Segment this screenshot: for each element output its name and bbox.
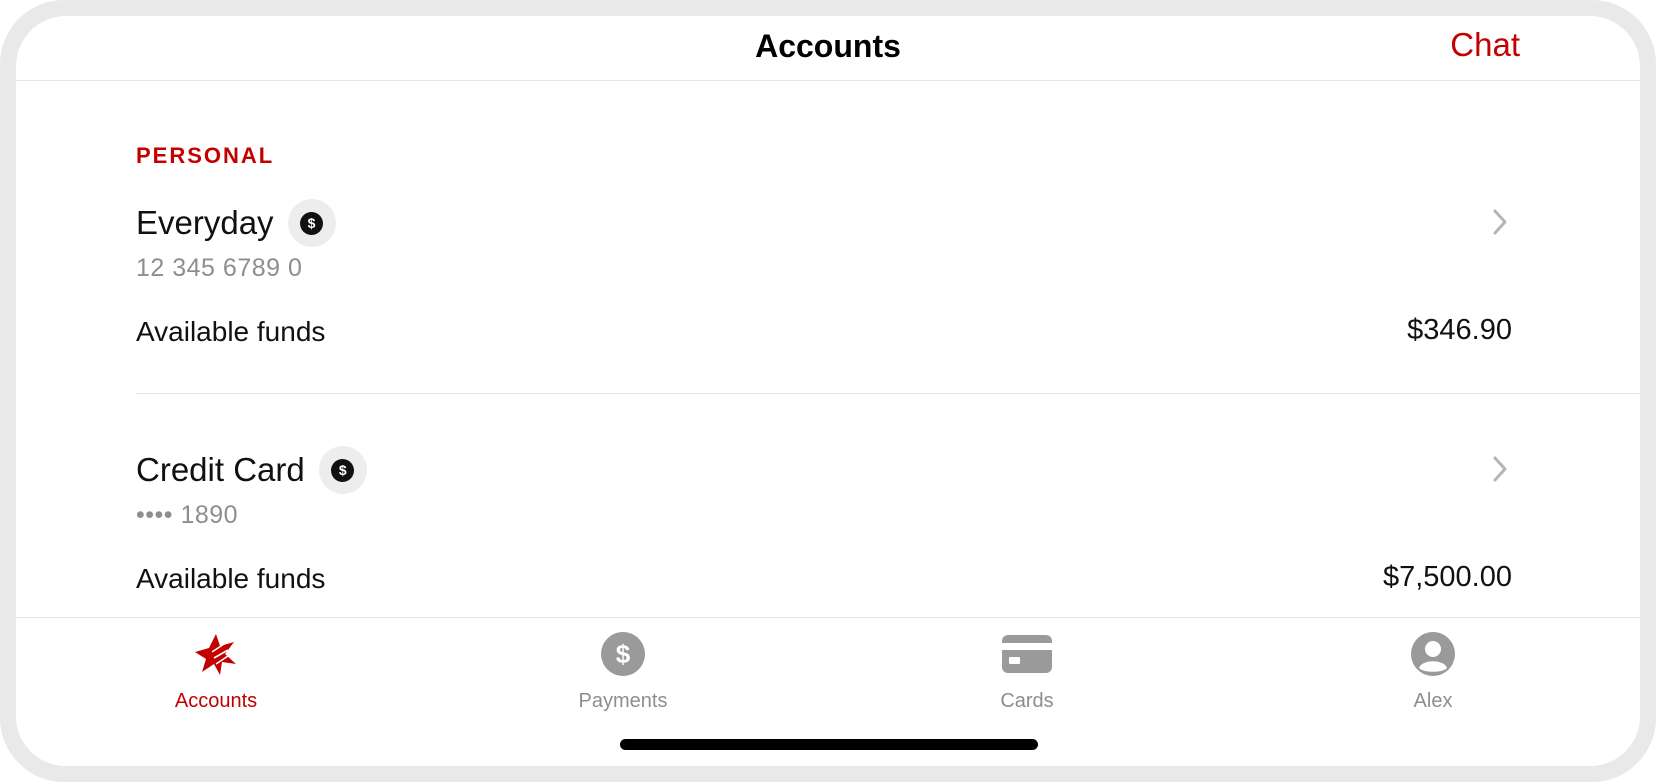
account-row-everyday[interactable]: Everyday $ 12 345 6789 0 Available funds…: [136, 198, 1640, 438]
dollar-badge-icon: $: [287, 199, 336, 247]
profile-icon: [1411, 632, 1455, 676]
tab-accounts[interactable]: Accounts: [116, 630, 316, 720]
divider: [136, 393, 1640, 394]
funds-value: $346.90: [1407, 314, 1512, 346]
funds-label: Available funds: [136, 563, 326, 594]
account-number: •••• 1890: [136, 501, 239, 529]
tab-label: Cards: [1000, 690, 1054, 712]
account-row-credit-card[interactable]: Credit Card $ •••• 1890 Available funds …: [136, 445, 1640, 617]
nav-header: Accounts Chat: [16, 16, 1640, 81]
tab-profile[interactable]: Alex: [1333, 630, 1533, 720]
funds-label: Available funds: [136, 316, 326, 347]
tab-cards[interactable]: Cards: [927, 630, 1127, 720]
account-number: 12 345 6789 0: [136, 254, 303, 282]
account-name-row: Credit Card $: [136, 445, 367, 495]
account-name: Credit Card: [136, 451, 305, 488]
chevron-right-icon: [1493, 456, 1507, 482]
home-indicator: [620, 739, 1038, 750]
dollar-circle-icon: $: [601, 632, 645, 676]
dollar-symbol: $: [331, 458, 355, 482]
account-name: Everyday: [136, 204, 274, 241]
page-title: Accounts: [755, 28, 901, 64]
funds-value: $7,500.00: [1382, 561, 1512, 593]
tab-label: Accounts: [174, 690, 258, 712]
tab-label: Alex: [1413, 690, 1453, 712]
app-screen: Accounts Chat PERSONAL Everyday $ 12 345…: [16, 16, 1640, 766]
dollar-badge-icon: $: [318, 446, 367, 494]
account-name-row: Everyday $: [136, 198, 336, 248]
section-heading: PERSONAL: [136, 143, 275, 168]
chat-button[interactable]: Chat: [1450, 26, 1520, 64]
card-icon: [1002, 635, 1052, 673]
tab-payments[interactable]: $ Payments: [523, 630, 723, 720]
svg-text:$: $: [616, 639, 631, 669]
accounts-list[interactable]: PERSONAL Everyday $ 12 345 6789 0 Availa…: [16, 81, 1640, 617]
device: Accounts Chat PERSONAL Everyday $ 12 345…: [0, 0, 1656, 782]
tab-label: Payments: [578, 690, 668, 712]
chevron-right-icon: [1493, 209, 1507, 235]
star-logo-icon: [195, 634, 236, 675]
dollar-symbol: $: [300, 211, 324, 235]
